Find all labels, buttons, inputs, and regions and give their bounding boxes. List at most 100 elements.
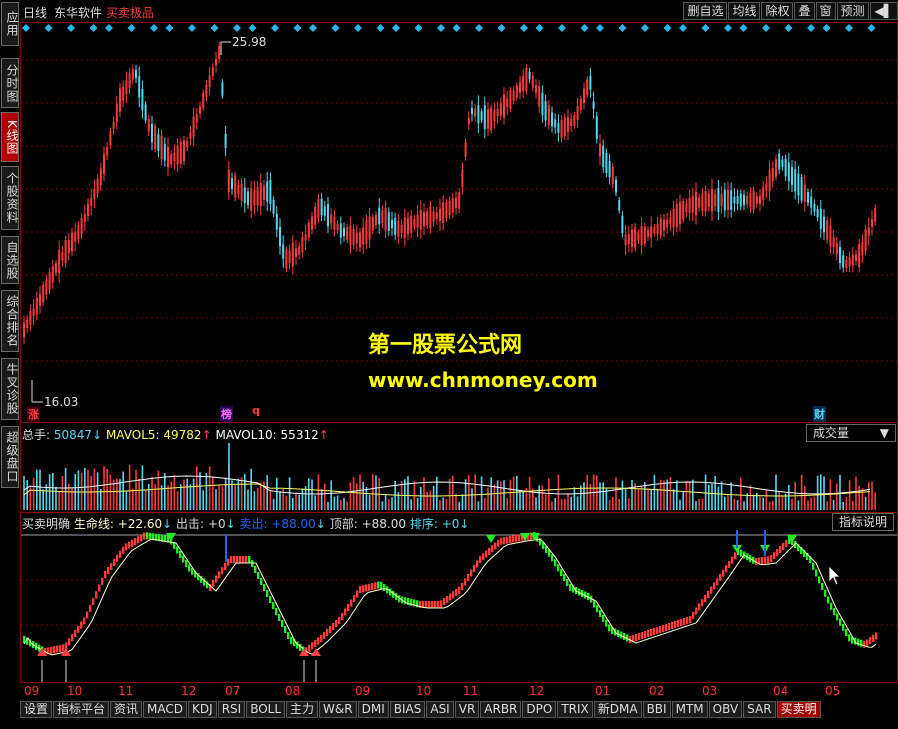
tab-dmi[interactable]: DMI	[357, 701, 389, 718]
candle-body	[419, 210, 422, 230]
indicator-step	[593, 600, 596, 608]
sell-arrow: ↓	[315, 517, 326, 531]
volume-indicator-select[interactable]: 成交量 ▼	[806, 424, 896, 442]
signal-diamond-icon	[784, 24, 793, 32]
list-mark[interactable]: 榜	[220, 406, 233, 422]
indicator-step	[236, 556, 239, 563]
month-tick: 12	[181, 684, 197, 698]
candle-body	[349, 225, 352, 245]
candle-body	[266, 181, 269, 202]
candle-body	[371, 217, 374, 231]
limit-up-mark[interactable]: 涨	[27, 406, 40, 422]
signal-diamond-icon	[165, 24, 174, 32]
candle-body	[599, 143, 601, 157]
tab-news[interactable]: 资讯	[110, 701, 143, 718]
tab-bbi[interactable]: BBI	[642, 701, 671, 718]
tab-arbr[interactable]: ARBR	[480, 701, 522, 718]
candle-body	[311, 216, 313, 230]
candle-body	[554, 119, 557, 128]
candle-body	[547, 105, 550, 126]
indicator-step	[665, 624, 668, 631]
indicator-step	[341, 613, 344, 620]
tab-obv[interactable]: OBV	[708, 701, 743, 718]
tab-vr[interactable]: VR	[454, 701, 480, 718]
kline-chart-canvas[interactable]	[0, 0, 898, 729]
candle-body	[26, 320, 29, 329]
candle-body	[295, 248, 297, 258]
indicator-step	[59, 645, 62, 652]
tab-sar[interactable]: SAR	[743, 701, 776, 718]
tab-boll[interactable]: BOLL	[246, 701, 286, 718]
candle-body	[752, 190, 755, 210]
indicator-step	[131, 539, 134, 547]
indicator-step	[230, 556, 233, 563]
indicator-step	[80, 621, 83, 629]
indicator-step	[812, 562, 815, 570]
indicator-step	[104, 571, 107, 578]
signal-diamond-icon	[558, 24, 566, 32]
indicator-step	[707, 590, 710, 598]
candle-body	[339, 223, 342, 238]
candle-body	[653, 227, 656, 234]
candle-body	[147, 119, 150, 132]
tab-mtm[interactable]: MTM	[671, 701, 708, 718]
candle-body	[515, 85, 518, 98]
indicator-step	[830, 602, 833, 610]
tab-wr[interactable]: W&R	[319, 701, 357, 718]
indicator-step	[362, 585, 365, 593]
tab-bias[interactable]: BIAS	[389, 701, 426, 718]
candle-body	[848, 257, 851, 267]
indicator-step	[332, 623, 335, 630]
signal-diamond-icon	[89, 24, 98, 32]
indicator-step	[656, 627, 659, 634]
tab-dpo[interactable]: DPO	[522, 701, 557, 718]
candle-body	[397, 220, 400, 237]
indicator-help-button[interactable]: 指标说明	[832, 513, 895, 531]
tab-kdj[interactable]: KDJ	[188, 701, 217, 718]
indicator-step	[311, 642, 314, 650]
volume-value: 50847	[53, 428, 93, 442]
month-tick: 05	[825, 684, 841, 698]
candle-body	[733, 196, 736, 204]
tab-buy-sell[interactable]: 买卖明	[776, 701, 821, 718]
finance-mark[interactable]: 财	[813, 406, 826, 422]
tab-main-force[interactable]: 主力	[286, 701, 319, 718]
candle-body	[867, 227, 870, 236]
indicator-step	[143, 532, 146, 540]
indicator-step	[257, 572, 260, 579]
tab-rsi[interactable]: RSI	[217, 701, 246, 718]
indicator-step	[710, 586, 713, 594]
indicator-step	[476, 560, 479, 568]
candle-body	[803, 184, 806, 202]
candle-body	[567, 117, 569, 132]
candle-body	[509, 90, 512, 109]
candle-body	[205, 84, 208, 97]
candle-body	[503, 94, 505, 118]
signal-diamond-icon	[67, 24, 75, 32]
candle-body	[259, 182, 262, 207]
indicator-step	[599, 610, 602, 617]
candle-body	[647, 230, 649, 237]
indicator-step	[248, 556, 251, 563]
tab-asi[interactable]: ASI	[426, 701, 454, 718]
signal-diamond-icon	[663, 24, 672, 32]
low-price-label: 16.03	[44, 395, 79, 409]
tab-settings[interactable]: 设置	[20, 701, 53, 718]
candle-body	[477, 105, 480, 124]
tab-new-dma[interactable]: 新DMA	[593, 701, 642, 718]
candle-body	[103, 154, 105, 174]
candle-body	[413, 219, 416, 227]
indicator-step	[638, 633, 641, 640]
tab-indicator-platform[interactable]: 指标平台	[53, 701, 110, 718]
tab-macd[interactable]: MACD	[143, 701, 188, 718]
candle-body	[67, 240, 70, 254]
candle-body	[298, 246, 301, 255]
indicator-step	[767, 556, 770, 564]
candle-body	[234, 175, 237, 198]
tab-trix[interactable]: TRIX	[557, 701, 593, 718]
indicator-step	[428, 601, 431, 608]
indicator-step	[107, 567, 110, 574]
mavol5-label: MAVOL5:	[105, 428, 160, 442]
month-axis: 09 10 11 12 07 08 09 10 11 12 01 02 03 0…	[20, 683, 898, 699]
q-mark[interactable]: q	[252, 404, 260, 417]
